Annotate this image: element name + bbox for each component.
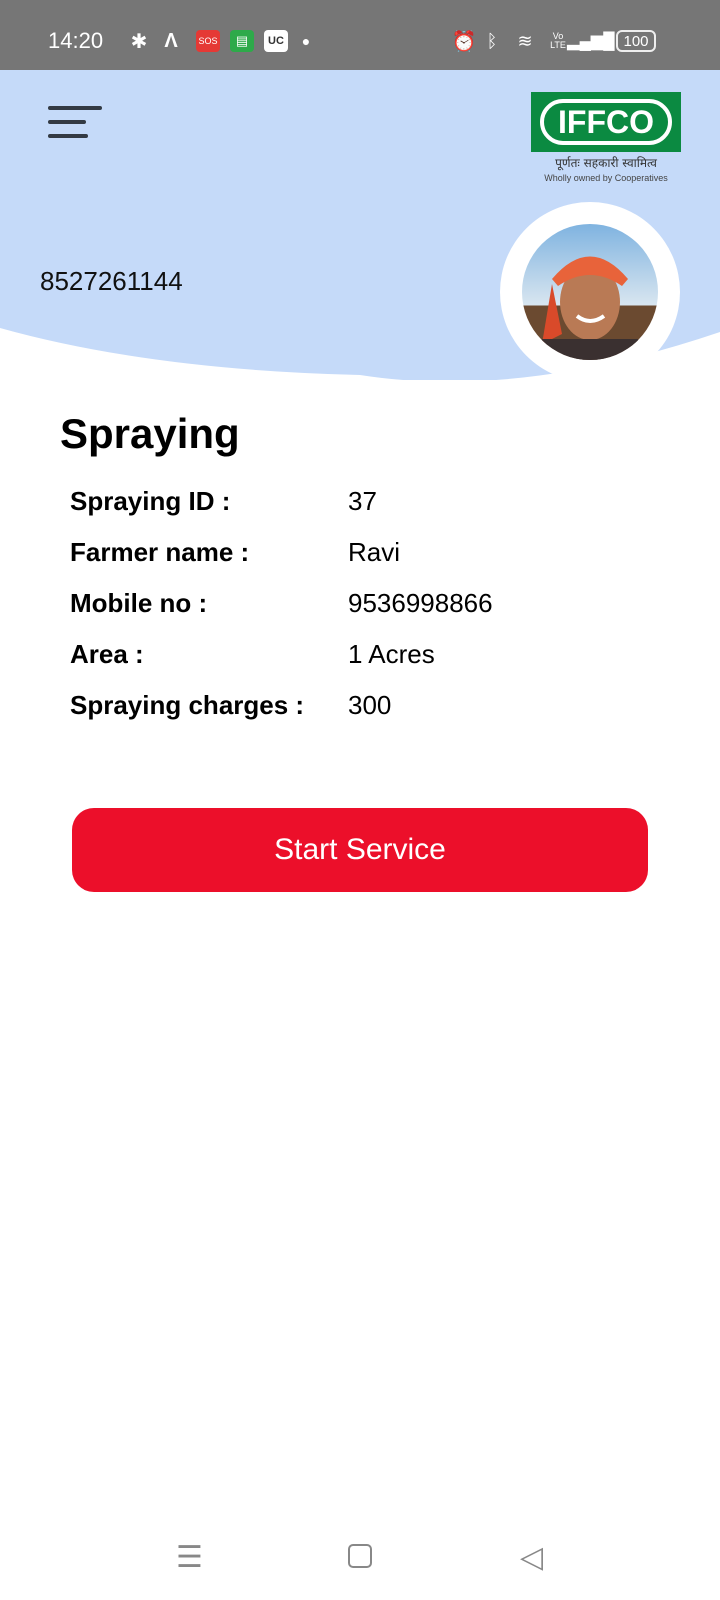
uc-browser-icon: UC	[264, 30, 288, 52]
volte-icon: Vo LTE	[550, 31, 566, 50]
bluetooth-icon: ᛒ	[486, 30, 498, 51]
avatar-image	[542, 256, 638, 360]
clock: 14:20	[48, 28, 104, 53]
iffco-logo: IFFCO पूर्णतः सहकारी स्वामित्व Wholly ow…	[531, 92, 681, 183]
status-bar: 14:20 ✱ Λ SOS ▤ UC ● ⏰ ᛒ ≋ Vo LTE ▂▄▆█ 1…	[0, 0, 720, 70]
user-phone: 8527261144	[40, 266, 183, 296]
hamburger-menu-button[interactable]	[48, 106, 104, 146]
nav-menu-icon[interactable]: ☰	[176, 1540, 203, 1575]
start-service-button[interactable]: Start Service	[72, 808, 648, 892]
signal-icon: ▂▄▆█	[567, 33, 615, 50]
avatar[interactable]	[500, 202, 680, 382]
nav-home-icon[interactable]	[348, 1544, 372, 1568]
battery-icon: 100	[616, 30, 656, 52]
section-title: Spraying	[60, 410, 240, 457]
messages-icon: ▤	[230, 30, 254, 52]
dot-icon: ●	[301, 33, 311, 49]
wifi-icon: ≋	[517, 30, 533, 51]
slack-icon: ✱	[130, 30, 148, 53]
alarm-icon: ⏰	[451, 30, 477, 53]
nav-back-icon[interactable]: ◁	[520, 1540, 543, 1575]
sos-icon: SOS	[196, 30, 220, 52]
app-icon: Λ	[164, 29, 178, 52]
